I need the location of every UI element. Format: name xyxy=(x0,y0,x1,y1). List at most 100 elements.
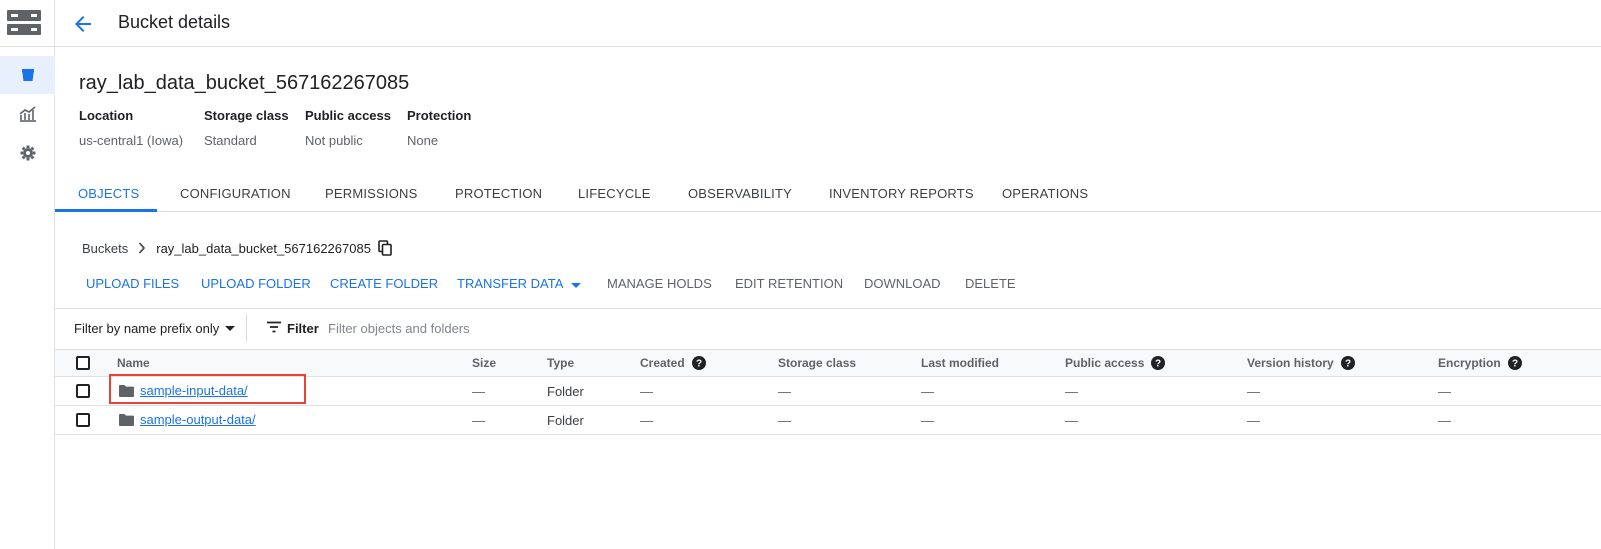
cell-version-history: — xyxy=(1247,384,1260,399)
help-icon[interactable]: ? xyxy=(1151,356,1166,370)
column-header-public-access[interactable]: Public access ? xyxy=(1065,356,1166,370)
cell-size: — xyxy=(472,384,485,399)
tab-inventory-reports[interactable]: INVENTORY REPORTS xyxy=(829,186,974,201)
tab-objects[interactable]: OBJECTS xyxy=(78,186,139,201)
active-tab-indicator xyxy=(55,209,157,212)
meta-value: Standard xyxy=(204,133,257,148)
cell-last-modified: — xyxy=(921,413,934,428)
filter-input[interactable] xyxy=(328,317,628,339)
meta-value: Not public xyxy=(305,133,363,148)
help-icon[interactable]: ? xyxy=(691,356,706,370)
cell-type: Folder xyxy=(547,384,584,399)
meta-label: Location xyxy=(79,108,134,123)
meta-value: us-central1 (Iowa) xyxy=(79,133,184,148)
tab-configuration[interactable]: CONFIGURATION xyxy=(180,186,291,201)
cell-public-access: — xyxy=(1065,413,1078,428)
tab-permissions[interactable]: PERMISSIONS xyxy=(325,186,418,201)
upload-folder-button[interactable]: UPLOAD FOLDER xyxy=(201,276,311,291)
tab-bar: OBJECTS CONFIGURATION PERMISSIONS PROTEC… xyxy=(55,176,1601,212)
meta-public-access: Public access Not public xyxy=(305,108,391,148)
filter-prefix-label: Filter by name prefix only xyxy=(74,321,220,336)
row-checkbox[interactable] xyxy=(76,413,90,427)
help-icon[interactable]: ? xyxy=(1340,356,1355,370)
tab-operations[interactable]: OPERATIONS xyxy=(1002,186,1088,201)
storage-logo-icon xyxy=(7,10,41,35)
column-header-label: Encryption xyxy=(1438,356,1501,370)
meta-label: Protection xyxy=(407,108,472,123)
breadcrumb-current: ray_lab_data_bucket_567162267085 xyxy=(156,240,371,256)
upload-files-button[interactable]: UPLOAD FILES xyxy=(86,276,179,291)
column-header-label: Created xyxy=(640,356,685,370)
settings-icon xyxy=(20,145,35,161)
column-header-type[interactable]: Type xyxy=(547,356,574,370)
row-checkbox[interactable] xyxy=(76,384,90,398)
filter-icon[interactable] xyxy=(266,321,282,333)
cell-created: — xyxy=(640,384,653,399)
manage-holds-button[interactable]: MANAGE HOLDS xyxy=(607,276,712,291)
meta-storage-class: Storage class Standard xyxy=(204,108,289,148)
toolbar-divider xyxy=(55,308,1601,309)
cell-storage-class: — xyxy=(778,384,791,399)
nav-buckets[interactable] xyxy=(0,56,55,94)
svg-text:?: ? xyxy=(1155,359,1161,370)
nav-settings[interactable] xyxy=(0,134,55,172)
page-header: Bucket details xyxy=(55,0,1601,47)
svg-text:?: ? xyxy=(1345,359,1351,370)
table-row[interactable]: sample-output-data/ — Folder — — — — — — xyxy=(55,406,1601,435)
copy-icon[interactable] xyxy=(378,240,392,256)
column-header-label: Version history xyxy=(1247,356,1334,370)
filter-divider xyxy=(246,314,247,342)
cell-type: Folder xyxy=(547,413,584,428)
dropdown-caret-icon xyxy=(571,277,582,292)
meta-label: Public access xyxy=(305,108,391,123)
breadcrumb: Buckets ray_lab_data_bucket_567162267085 xyxy=(82,240,392,256)
bucket-name: ray_lab_data_bucket_567162267085 xyxy=(79,72,410,94)
monitoring-icon xyxy=(19,106,36,122)
meta-location: Location us-central1 (Iowa) xyxy=(79,108,183,148)
column-header-name[interactable]: Name xyxy=(117,356,150,370)
back-arrow-icon[interactable] xyxy=(71,12,95,36)
meta-value: None xyxy=(407,133,439,148)
tab-protection[interactable]: PROTECTION xyxy=(455,186,542,201)
breadcrumb-buckets[interactable]: Buckets xyxy=(82,241,128,256)
svg-text:?: ? xyxy=(696,359,702,370)
cell-storage-class: — xyxy=(778,413,791,428)
object-name-link[interactable]: sample-output-data/ xyxy=(140,412,256,427)
page-title: Bucket details xyxy=(118,12,231,32)
transfer-data-label: TRANSFER DATA xyxy=(457,276,564,291)
transfer-data-button[interactable]: TRANSFER DATA xyxy=(457,276,582,292)
cell-size: — xyxy=(472,413,485,428)
cell-encryption: — xyxy=(1438,384,1451,399)
highlight-box xyxy=(109,374,306,404)
help-icon[interactable]: ? xyxy=(1507,356,1522,370)
nav-monitoring[interactable] xyxy=(0,95,55,133)
select-all-checkbox[interactable] xyxy=(76,356,90,370)
column-header-version-history[interactable]: Version history ? xyxy=(1247,356,1355,370)
rail-divider xyxy=(0,46,55,47)
column-header-last-modified[interactable]: Last modified xyxy=(921,356,999,370)
meta-protection: Protection None xyxy=(407,108,471,148)
column-header-storage-class[interactable]: Storage class xyxy=(778,356,856,370)
bucket-icon xyxy=(21,69,34,81)
dropdown-caret-icon xyxy=(225,325,236,332)
delete-button[interactable]: DELETE xyxy=(965,276,1016,291)
create-folder-button[interactable]: CREATE FOLDER xyxy=(330,276,438,291)
meta-label: Storage class xyxy=(204,108,289,123)
cell-encryption: — xyxy=(1438,413,1451,428)
left-nav-rail xyxy=(0,0,55,549)
edit-retention-button[interactable]: EDIT RETENTION xyxy=(735,276,843,291)
chevron-right-icon xyxy=(138,242,146,254)
download-button[interactable]: DOWNLOAD xyxy=(864,276,941,291)
column-header-size[interactable]: Size xyxy=(472,356,496,370)
cell-created: — xyxy=(640,413,653,428)
folder-icon xyxy=(119,414,134,426)
tab-lifecycle[interactable]: LIFECYCLE xyxy=(578,186,651,201)
cell-version-history: — xyxy=(1247,413,1260,428)
column-header-created[interactable]: Created ? xyxy=(640,356,706,370)
filter-prefix-dropdown[interactable]: Filter by name prefix only xyxy=(74,321,236,336)
column-header-encryption[interactable]: Encryption ? xyxy=(1438,356,1522,370)
tab-observability[interactable]: OBSERVABILITY xyxy=(688,186,792,201)
column-header-label: Public access xyxy=(1065,356,1145,370)
cell-last-modified: — xyxy=(921,384,934,399)
table-header: Name Size Type Created ? Storage class L… xyxy=(55,349,1601,377)
